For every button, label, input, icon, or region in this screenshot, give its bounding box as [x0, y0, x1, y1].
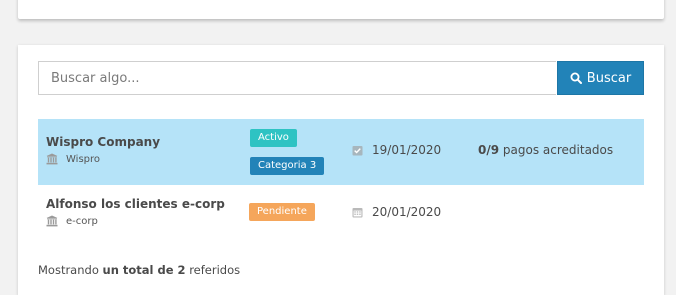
date-cell: 20/01/2020 [352, 205, 441, 219]
date-text: 20/01/2020 [372, 205, 442, 219]
summary-prefix: Mostrando [38, 263, 99, 277]
status-badge: Pendiente [249, 203, 315, 221]
status-badge: Activo [250, 129, 297, 147]
payments-label: pagos acreditados [502, 143, 614, 157]
payments-count: 0/9 [478, 143, 500, 157]
search-bar: Buscar [38, 61, 644, 95]
calendar-icon [352, 207, 363, 218]
company-subtitle: e-corp [46, 215, 98, 227]
company-subtitle-text: e-corp [66, 215, 98, 227]
company-subtitle: Wispro [46, 153, 100, 165]
bank-icon [46, 153, 58, 165]
search-input[interactable] [38, 61, 556, 95]
calendar-check-icon [352, 145, 363, 156]
summary-total: un total de 2 [102, 263, 186, 277]
company-name[interactable]: Wispro Company [46, 135, 160, 149]
date-text: 19/01/2020 [372, 143, 442, 157]
company-subtitle-text: Wispro [66, 153, 101, 165]
table-row[interactable]: Alfonso los clientes e-corp e-corp Pendi… [38, 185, 644, 251]
referrals-card: Buscar Wispro Company Wispro Activo Cate… [18, 45, 664, 295]
payments-status: 0/9 pagos acreditados [478, 143, 613, 157]
search-button[interactable]: Buscar [557, 61, 644, 95]
company-name[interactable]: Alfonso los clientes e-corp [46, 197, 225, 211]
summary-suffix: referidos [189, 263, 241, 277]
category-badge: Categoria 3 [250, 157, 325, 175]
top-card [18, 0, 664, 19]
table-row[interactable]: Wispro Company Wispro Activo Categoria 3 [38, 119, 644, 185]
search-button-label: Buscar [586, 70, 632, 86]
bank-icon [46, 215, 58, 227]
date-cell: 19/01/2020 [352, 143, 441, 157]
results-summary: Mostrando un total de 2 referidos [38, 263, 240, 277]
search-icon [570, 72, 582, 84]
